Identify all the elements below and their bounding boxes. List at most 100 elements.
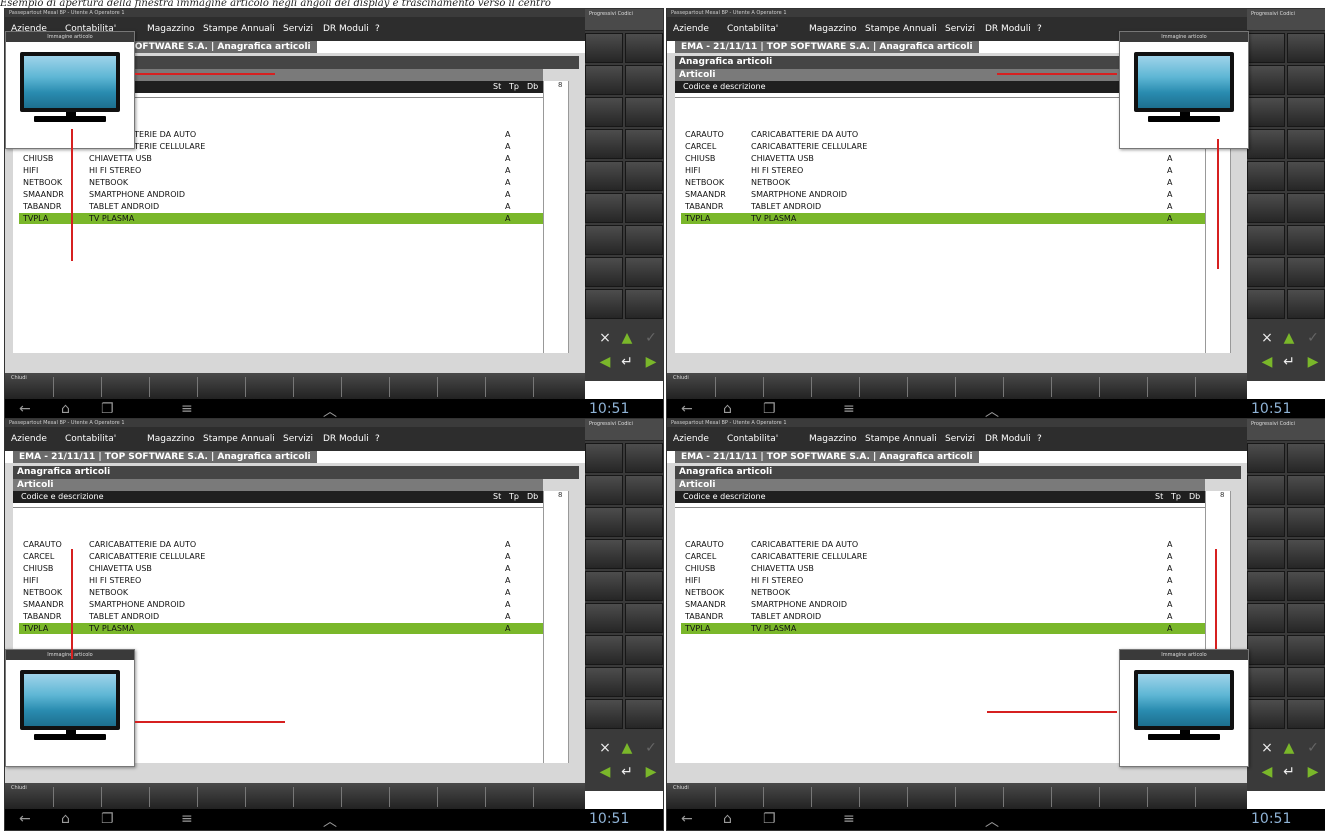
back-icon[interactable]: ← xyxy=(19,811,31,827)
function-key-button[interactable] xyxy=(625,97,663,127)
function-key-button[interactable] xyxy=(625,33,663,63)
function-key-button[interactable] xyxy=(625,443,663,473)
table-row[interactable]: CHIUSB CHIAVETTA USB A xyxy=(19,153,543,164)
menu-item[interactable]: ? xyxy=(1037,17,1042,41)
function-key-button[interactable] xyxy=(1247,539,1285,569)
arrow-up-icon[interactable]: ▲ xyxy=(1277,327,1301,349)
function-key-button[interactable] xyxy=(585,603,623,633)
menu-item[interactable]: Servizi xyxy=(945,427,975,451)
function-key-button[interactable] xyxy=(1287,225,1325,255)
check-icon[interactable]: ✓ xyxy=(639,327,663,349)
menu-item[interactable]: Magazzino xyxy=(809,17,857,41)
function-key-button[interactable] xyxy=(585,65,623,95)
table-row[interactable]: NETBOOK NETBOOK A xyxy=(19,587,543,598)
function-key-button[interactable] xyxy=(585,571,623,601)
function-key-button[interactable] xyxy=(585,539,623,569)
scrollbar[interactable]: 8 xyxy=(543,491,569,763)
menu-item[interactable]: Aziende xyxy=(673,427,709,451)
table-row[interactable]: CHIUSB CHIAVETTA USB A xyxy=(681,563,1205,574)
arrow-up-icon[interactable]: ▲ xyxy=(615,327,639,349)
menu-item[interactable]: Annuali xyxy=(903,427,937,451)
table-row[interactable]: TVPLA TV PLASMA A xyxy=(681,213,1205,224)
enter-icon[interactable]: ↵ xyxy=(615,351,639,373)
scrollbar[interactable]: 8 xyxy=(543,81,569,353)
back-icon[interactable]: ← xyxy=(681,811,693,827)
menu-item[interactable]: ? xyxy=(1037,427,1042,451)
table-row[interactable]: TABANDR TABLET ANDROID A xyxy=(681,201,1205,212)
function-key-button[interactable] xyxy=(1287,475,1325,505)
table-row[interactable]: CHIUSB CHIAVETTA USB A xyxy=(681,153,1205,164)
menu-item[interactable]: Annuali xyxy=(903,17,937,41)
function-key-button[interactable] xyxy=(1247,65,1285,95)
function-key-button[interactable] xyxy=(1287,571,1325,601)
arrow-right-icon[interactable]: ▶ xyxy=(639,351,663,373)
menu-icon[interactable]: ≡ xyxy=(843,401,855,417)
menu-item[interactable]: Moduli xyxy=(1001,17,1031,41)
close-icon[interactable]: × xyxy=(593,327,617,349)
recent-apps-icon[interactable]: ❐ xyxy=(763,811,776,827)
menu-item[interactable]: ? xyxy=(375,427,380,451)
function-key-button[interactable] xyxy=(585,289,623,319)
arrow-right-icon[interactable]: ▶ xyxy=(1301,351,1325,373)
menu-item[interactable]: Contabilita' xyxy=(727,427,778,451)
table-row[interactable]: SMAANDR SMARTPHONE ANDROID A xyxy=(19,599,543,610)
menu-item[interactable]: Stampe xyxy=(203,427,238,451)
menu-item[interactable]: Magazzino xyxy=(147,17,195,41)
table-row[interactable]: CARAUTO CARICABATTERIE DA AUTO A xyxy=(681,539,1205,550)
function-key-button[interactable] xyxy=(1247,667,1285,697)
menu-item[interactable]: Aziende xyxy=(673,17,709,41)
expand-icon[interactable]: ︿ xyxy=(985,811,999,830)
function-key-button[interactable] xyxy=(1247,507,1285,537)
recent-apps-icon[interactable]: ❐ xyxy=(101,811,114,827)
function-key-button[interactable] xyxy=(1287,97,1325,127)
function-key-button[interactable] xyxy=(1247,443,1285,473)
function-key-button[interactable] xyxy=(1247,193,1285,223)
function-key-button[interactable] xyxy=(585,33,623,63)
function-key-button[interactable] xyxy=(585,475,623,505)
function-key-button[interactable] xyxy=(625,603,663,633)
function-key-button[interactable] xyxy=(585,129,623,159)
home-icon[interactable]: ⌂ xyxy=(61,401,70,417)
function-key-button[interactable] xyxy=(585,507,623,537)
arrow-right-icon[interactable]: ▶ xyxy=(639,761,663,783)
menu-item[interactable]: Stampe xyxy=(865,427,900,451)
check-icon[interactable]: ✓ xyxy=(1301,327,1325,349)
menu-item[interactable]: Moduli xyxy=(339,17,369,41)
function-key-button[interactable] xyxy=(585,193,623,223)
article-image-popup[interactable]: Immagine articolo xyxy=(1119,649,1249,767)
home-icon[interactable]: ⌂ xyxy=(723,811,732,827)
function-key-button[interactable] xyxy=(625,699,663,729)
menu-item[interactable]: DR xyxy=(985,17,998,41)
close-icon[interactable]: × xyxy=(593,737,617,759)
function-key-button[interactable] xyxy=(1247,257,1285,287)
function-key-button[interactable] xyxy=(585,635,623,665)
menu-item[interactable]: Contabilita' xyxy=(727,17,778,41)
menu-item[interactable]: Contabilita' xyxy=(65,427,116,451)
function-key-button[interactable] xyxy=(585,161,623,191)
arrow-up-icon[interactable]: ▲ xyxy=(1277,737,1301,759)
menu-item[interactable]: DR xyxy=(985,427,998,451)
table-row[interactable]: HIFI HI FI STEREO A xyxy=(681,575,1205,586)
menu-icon[interactable]: ≡ xyxy=(181,401,193,417)
function-key-button[interactable] xyxy=(625,65,663,95)
function-key-button[interactable] xyxy=(585,699,623,729)
function-key-button[interactable] xyxy=(625,129,663,159)
function-key-button[interactable] xyxy=(1287,667,1325,697)
arrow-up-icon[interactable]: ▲ xyxy=(615,737,639,759)
menu-item[interactable]: Servizi xyxy=(283,427,313,451)
back-icon[interactable]: ← xyxy=(681,401,693,417)
table-row[interactable]: CARAUTO CARICABATTERIE DA AUTO A xyxy=(19,539,543,550)
menu-item[interactable]: Stampe xyxy=(203,17,238,41)
function-key-button[interactable] xyxy=(1287,443,1325,473)
function-key-button[interactable] xyxy=(1247,571,1285,601)
function-key-button[interactable] xyxy=(625,289,663,319)
function-key-button[interactable] xyxy=(625,475,663,505)
menu-item[interactable]: DR xyxy=(323,17,336,41)
arrow-left-icon[interactable]: ◀ xyxy=(593,351,617,373)
table-row[interactable]: NETBOOK NETBOOK A xyxy=(681,587,1205,598)
arrow-right-icon[interactable]: ▶ xyxy=(1301,761,1325,783)
function-key-button[interactable] xyxy=(1247,635,1285,665)
table-row[interactable]: CARCEL CARICABATTERIE CELLULARE A xyxy=(681,551,1205,562)
table-row[interactable]: SMAANDR SMARTPHONE ANDROID A xyxy=(681,599,1205,610)
function-key-button[interactable] xyxy=(585,257,623,287)
